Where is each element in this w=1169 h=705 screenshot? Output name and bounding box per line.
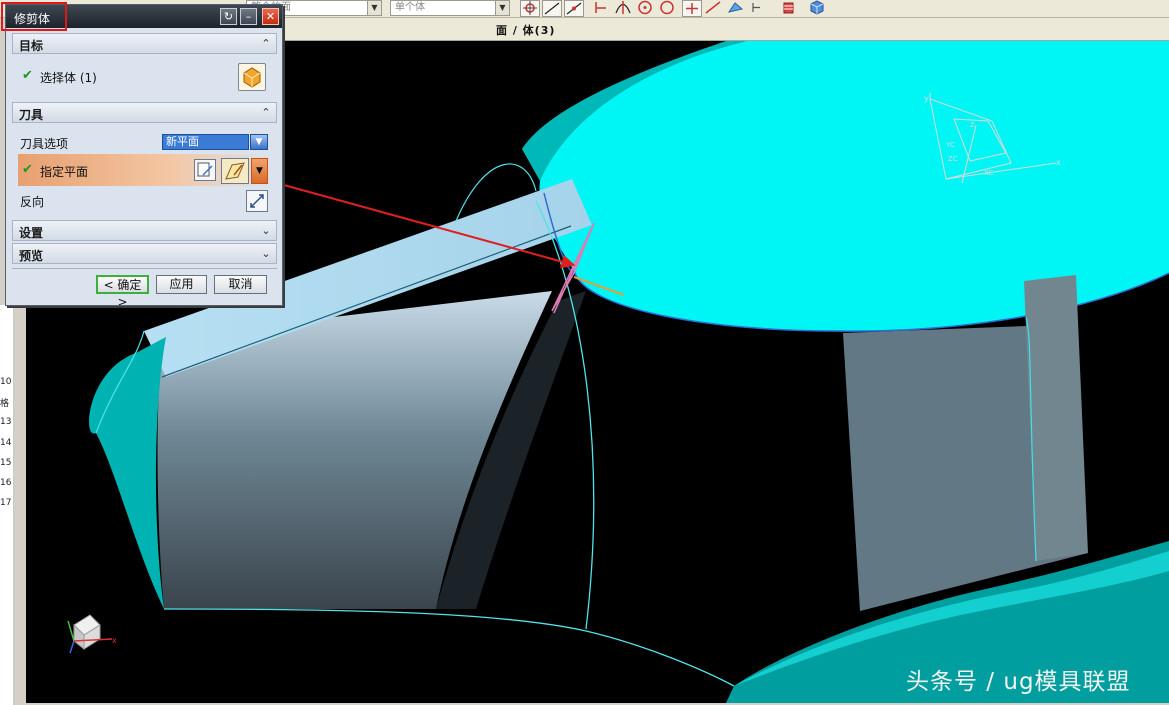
body-combo-value: 单个体 xyxy=(395,2,425,13)
target-section-header[interactable]: 目标 ⌃ xyxy=(12,33,277,54)
plane-dialog-icon[interactable] xyxy=(194,159,216,181)
mid-point-icon[interactable] xyxy=(564,0,584,17)
intersection-icon[interactable] xyxy=(614,0,634,17)
ok-button[interactable]: < 确定 > xyxy=(96,275,149,309)
arc-center-icon[interactable] xyxy=(636,0,656,17)
chevron-up-icon[interactable]: ⌃ xyxy=(258,35,274,52)
solid-view-icon[interactable] xyxy=(808,0,828,17)
line-number: 14 xyxy=(0,438,12,448)
view-triad-x-label: x xyxy=(112,636,117,645)
snap-point-icon[interactable] xyxy=(520,0,540,17)
wcs-label-xc: XC xyxy=(984,169,993,177)
solid-body-icon[interactable] xyxy=(238,63,266,91)
specify-plane-label[interactable]: 指定平面 xyxy=(40,163,88,180)
chevron-down-icon[interactable]: ⌄ xyxy=(258,245,274,262)
outline-curve-bottom xyxy=(163,608,735,687)
cancel-button[interactable]: 取消 xyxy=(214,275,267,294)
reverse-direction-label: 反向 xyxy=(20,195,45,209)
wcs-label-yc: YC xyxy=(945,141,955,149)
check-icon: ✔ xyxy=(22,68,33,83)
tool-section-header[interactable]: 刀具 ⌃ xyxy=(12,102,277,123)
end-point-icon[interactable] xyxy=(542,0,562,17)
chevron-down-icon[interactable]: ▼ xyxy=(495,1,509,15)
wcs-label-z: z xyxy=(970,120,974,129)
tool-section-label: 刀具 xyxy=(19,108,44,122)
minimize-icon[interactable]: – xyxy=(240,8,257,25)
close-icon[interactable]: ✕ xyxy=(262,8,279,25)
selection-status-text: 面 / 体(3) xyxy=(496,24,556,37)
view-triad xyxy=(67,614,113,654)
select-body-label[interactable]: 选择体 (1) xyxy=(40,69,97,86)
apply-button[interactable]: 应用 xyxy=(156,275,207,294)
preview-section-label: 预览 xyxy=(19,249,44,263)
status-bar: 面 / 体(3) xyxy=(284,18,1169,41)
wcs-label-zc: ZC xyxy=(948,155,958,163)
chevron-down-icon[interactable]: ▼ xyxy=(251,158,268,184)
point-on-curve-icon[interactable] xyxy=(704,0,724,17)
trim-body-dialog: 修剪体 ↻ – ✕ 目标 ⌃ ✔ 选择体 (1) 刀具 ⌃ 刀具选项 新平面 ▼… xyxy=(1,2,283,309)
watermark-text: 头条号 / ug模具联盟 xyxy=(906,669,1131,695)
line-number: 13 xyxy=(0,417,12,427)
chevron-up-icon[interactable]: ⌃ xyxy=(258,104,274,121)
check-icon: ✔ xyxy=(22,162,33,177)
reset-icon[interactable]: ↻ xyxy=(220,8,237,25)
existing-point-icon[interactable] xyxy=(682,0,702,17)
tool-option-select[interactable]: 新平面 xyxy=(162,134,249,150)
wcs-label-y: y xyxy=(924,94,929,103)
preview-section-header[interactable]: 预览 ⌄ xyxy=(12,243,277,264)
more-options-icon[interactable] xyxy=(750,0,770,17)
dialog-titlebar[interactable]: 修剪体 ↻ – ✕ xyxy=(1,2,282,31)
chevron-down-icon[interactable]: ▼ xyxy=(250,134,268,150)
settings-section-header[interactable]: 设置 ⌄ xyxy=(12,220,277,241)
app-window: 整个的面 ▼ 单个体 ▼ 面 / 体(3) 10 格 13 14 15 16 1… xyxy=(0,0,1169,705)
annotation-arrow xyxy=(261,178,576,269)
body-combo[interactable]: 单个体 ▼ xyxy=(390,0,510,16)
line-number: 16 xyxy=(0,478,12,488)
target-section-label: 目标 xyxy=(19,39,44,53)
chevron-down-icon[interactable]: ▼ xyxy=(367,1,381,15)
inferred-plane-icon[interactable] xyxy=(221,158,249,184)
left-panel-strip: 10 格 13 14 15 16 17 xyxy=(0,305,14,705)
fan-end-cap[interactable] xyxy=(89,337,166,609)
quadrant-point-icon[interactable] xyxy=(658,0,678,17)
line-number: 10 xyxy=(0,377,12,387)
layer-icon[interactable] xyxy=(780,0,800,17)
line-number: 格 xyxy=(0,399,10,409)
point-on-face-icon[interactable] xyxy=(726,0,746,17)
title-highlight-box xyxy=(1,2,67,31)
divider xyxy=(12,268,277,269)
settings-section-label: 设置 xyxy=(19,226,44,240)
reverse-direction-icon[interactable] xyxy=(246,190,268,212)
control-point-icon[interactable] xyxy=(592,0,612,17)
tool-option-label: 刀具选项 xyxy=(20,137,69,151)
line-number: 17 xyxy=(0,498,12,508)
line-number: 15 xyxy=(0,458,12,468)
chevron-down-icon[interactable]: ⌄ xyxy=(258,222,274,239)
wcs-label-x: x xyxy=(1056,158,1061,167)
